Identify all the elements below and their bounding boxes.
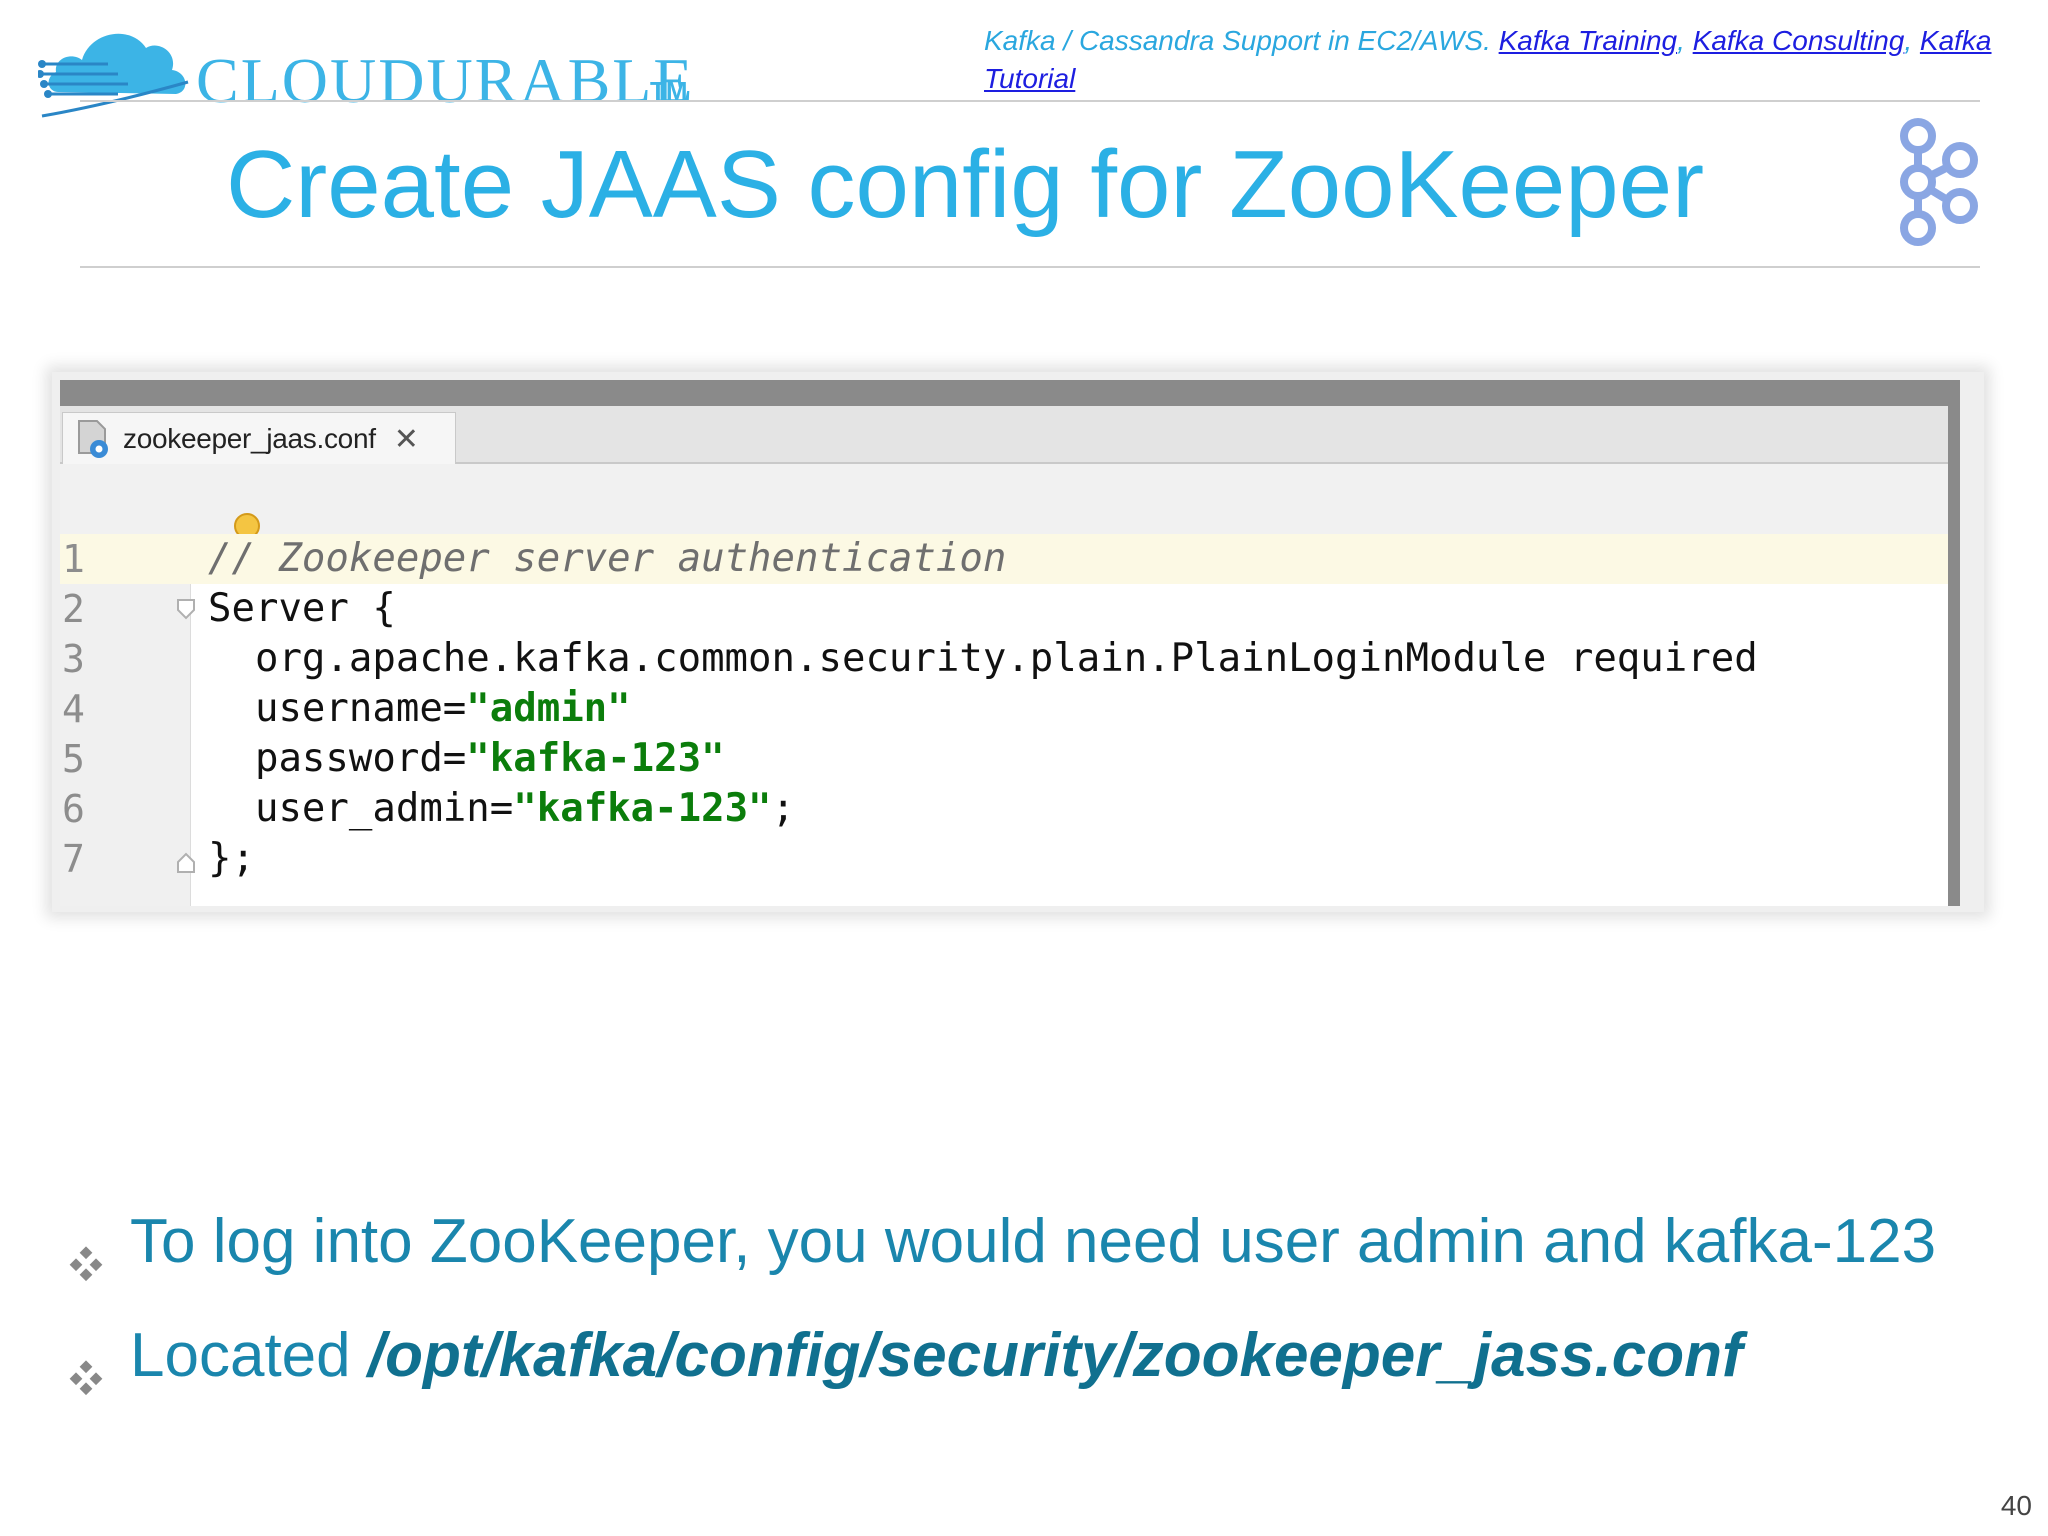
- string-literal: "kafka-123": [513, 786, 772, 831]
- line-number: 7: [62, 837, 85, 881]
- editor-breadcrumb-bar: [60, 464, 1948, 534]
- code-text: };: [208, 834, 255, 884]
- kafka-icon: [1900, 118, 1978, 246]
- code-line[interactable]: 5 password="kafka-123": [60, 734, 1948, 784]
- code-line[interactable]: 7};: [60, 834, 1948, 884]
- code-token: org.apache.kafka.common.security.plain.P…: [208, 636, 1758, 681]
- cloud-logo-icon: [38, 33, 189, 118]
- code-line[interactable]: 4 username="admin": [60, 684, 1948, 734]
- line-number: 6: [62, 787, 85, 831]
- link-separator: ,: [1904, 25, 1920, 56]
- code-token: user_admin=: [208, 786, 514, 831]
- link-separator: ,: [1677, 25, 1693, 56]
- slide-title: Create JAAS config for ZooKeeper: [225, 131, 1705, 238]
- link-kafka-consulting[interactable]: Kafka Consulting: [1693, 25, 1905, 56]
- line-number: 1: [62, 537, 85, 581]
- code-text: // Zookeeper server authentication: [208, 534, 1006, 584]
- code-text: Server {: [208, 584, 396, 634]
- tab-label: zookeeper_jaas.conf: [123, 423, 376, 454]
- code-area[interactable]: 1 // Zookeeper server authentication 2 Serv…: [60, 534, 1948, 906]
- header-divider: [80, 100, 1980, 102]
- close-icon[interactable]: ✕: [394, 422, 419, 457]
- line-number: 3: [62, 637, 85, 681]
- cloudurable-logo: CLOUDURABLE TM: [38, 12, 692, 122]
- config-file-icon: [75, 419, 115, 459]
- page-number: 40: [2000, 1490, 2032, 1521]
- fold-open-icon[interactable]: [176, 598, 196, 620]
- tab-zookeeper-jaas-conf[interactable]: zookeeper_jaas.conf ✕: [62, 412, 456, 465]
- line-number: 5: [62, 737, 85, 781]
- editor-right-border: [1948, 380, 1960, 906]
- logo-trademark: TM: [650, 76, 688, 106]
- code-line[interactable]: 2 Server {: [60, 584, 1948, 634]
- code-token: };: [208, 836, 255, 881]
- code-comment: // Zookeeper server authentication: [208, 536, 1007, 581]
- header-links: Kafka / Cassandra Support in EC2/AWS. Ka…: [984, 22, 2004, 98]
- editor-tab-bar: zookeeper_jaas.conf ✕: [60, 406, 1948, 465]
- logo-wordmark: CLOUDURABLE: [196, 45, 695, 116]
- bullet-text: Located /opt/kafka/config/security/zooke…: [130, 1320, 1743, 1391]
- diamond-bullet-icon: [69, 1360, 103, 1396]
- header-intro: Kafka / Cassandra Support in EC2/AWS.: [984, 25, 1499, 56]
- code-token: Server {: [208, 586, 396, 631]
- link-kafka-training[interactable]: Kafka Training: [1499, 25, 1677, 56]
- bullet-prefix: Located: [130, 1321, 368, 1390]
- code-token: password=: [208, 736, 467, 781]
- code-token: ;: [771, 786, 796, 831]
- line-number: 2: [62, 587, 85, 631]
- code-line[interactable]: 1 // Zookeeper server authentication: [60, 534, 1948, 584]
- string-literal: "kafka-123": [466, 736, 725, 781]
- bullet-text: To log into ZooKeeper, you would need us…: [130, 1207, 1937, 1276]
- code-text: username="admin": [208, 684, 631, 734]
- code-text: user_admin="kafka-123";: [208, 784, 795, 834]
- code-text: org.apache.kafka.common.security.plain.P…: [208, 634, 1758, 684]
- title-divider: [80, 266, 1980, 268]
- string-literal: "admin": [466, 686, 631, 731]
- code-token: username=: [208, 686, 467, 731]
- code-line[interactable]: 3 org.apache.kafka.common.security.plain…: [60, 634, 1948, 684]
- fold-close-icon[interactable]: [176, 852, 196, 874]
- editor-top-border: [60, 380, 1960, 406]
- config-file-path: /opt/kafka/config/security/zookeeper_jas…: [367, 1321, 1743, 1390]
- diamond-bullet-icon: [69, 1246, 103, 1282]
- code-line[interactable]: 6 user_admin="kafka-123";: [60, 784, 1948, 834]
- line-number: 4: [62, 687, 85, 731]
- code-editor: zookeeper_jaas.conf ✕ 1 // Zookeeper serv…: [60, 380, 1960, 906]
- code-text: password="kafka-123": [208, 734, 725, 784]
